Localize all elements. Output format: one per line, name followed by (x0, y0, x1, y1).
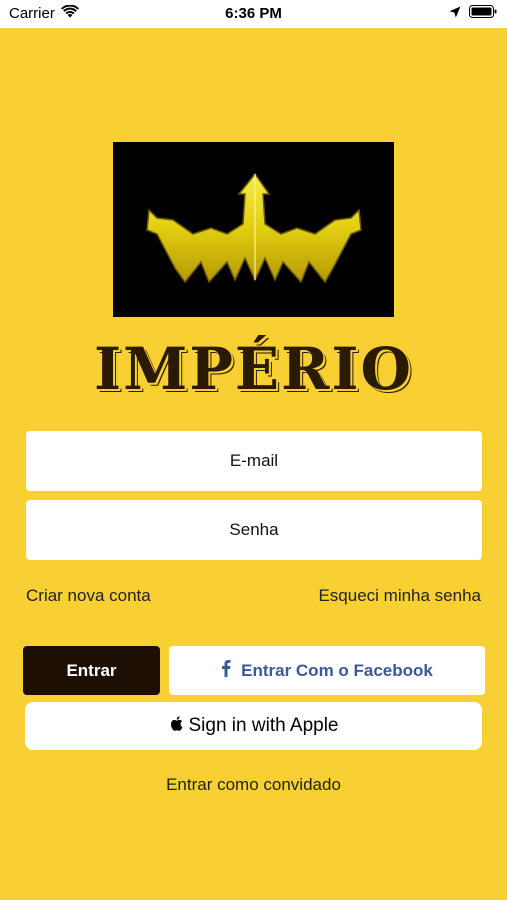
location-arrow-icon (449, 5, 461, 22)
login-button[interactable]: Entrar (23, 646, 160, 695)
apple-icon (169, 715, 183, 738)
apple-signin-button[interactable]: Sign in with Apple (25, 702, 482, 750)
crown-icon (146, 172, 362, 284)
status-time: 6:36 PM (225, 5, 282, 22)
facebook-icon (221, 659, 231, 682)
login-button-label: Entrar (66, 660, 117, 680)
facebook-login-button[interactable]: Entrar Com o Facebook (169, 646, 485, 695)
logo-image (113, 142, 394, 317)
status-bar: Carrier 6:36 PM (0, 0, 507, 28)
facebook-button-label: Entrar Com o Facebook (241, 660, 433, 680)
password-field[interactable]: Senha (26, 500, 482, 560)
battery-icon (469, 5, 497, 22)
email-field[interactable]: E-mail (26, 431, 482, 491)
status-bar-right (449, 5, 497, 22)
forgot-password-link[interactable]: Esqueci minha senha (318, 586, 481, 606)
password-placeholder: Senha (229, 520, 279, 539)
brand-title: IMPÉRIO (93, 335, 413, 403)
apple-button-label: Sign in with Apple (188, 715, 339, 736)
guest-login-link[interactable]: Entrar como convidado (0, 775, 507, 795)
create-account-link[interactable]: Criar nova conta (26, 586, 151, 606)
email-placeholder: E-mail (229, 451, 279, 470)
